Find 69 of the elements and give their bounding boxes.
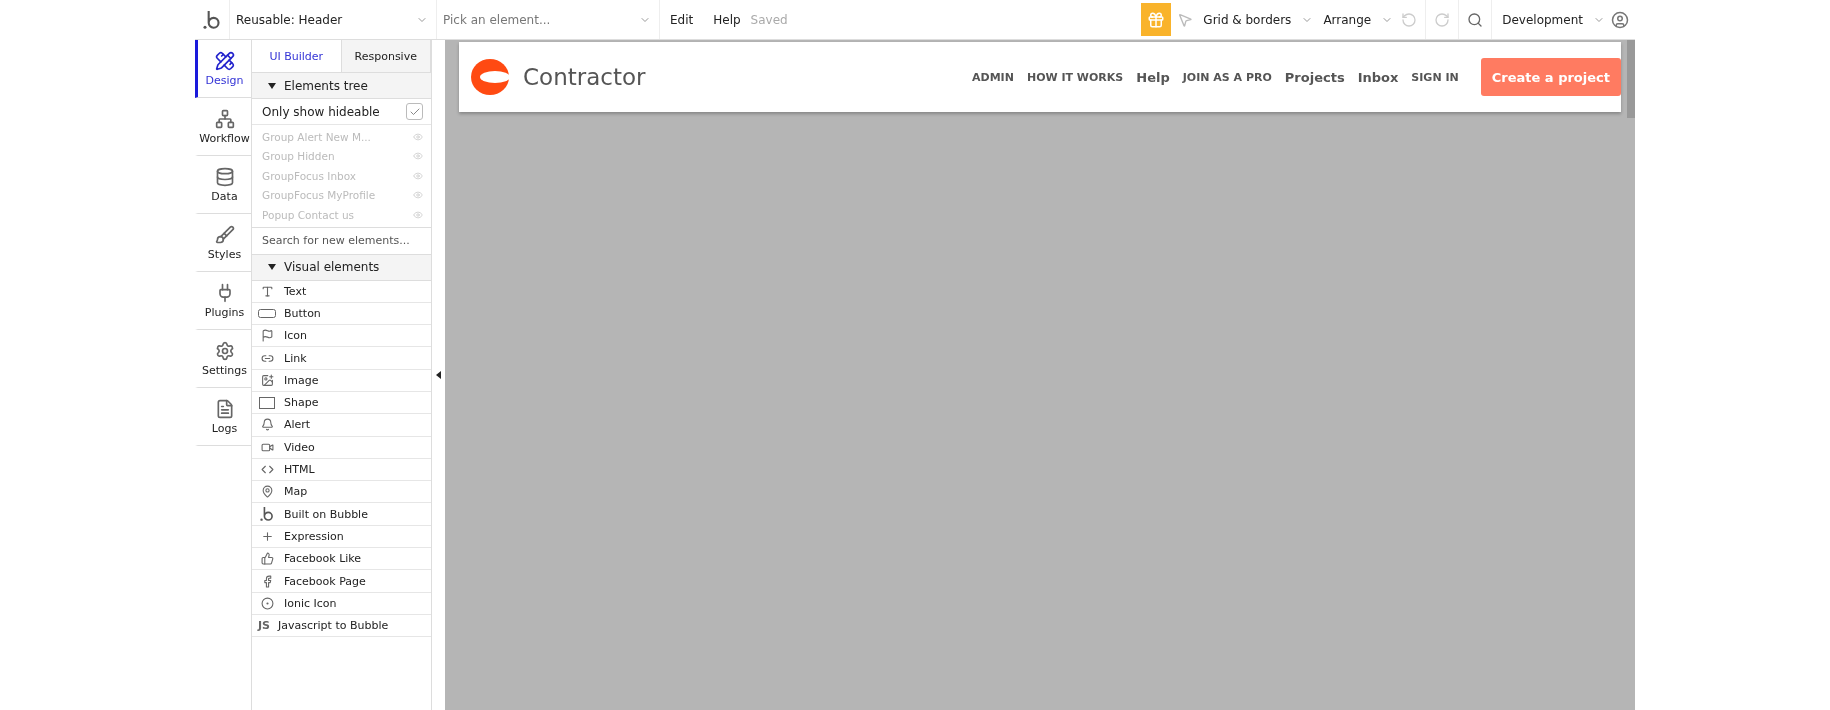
js-glyph: JS: [258, 619, 270, 633]
element-label[interactable]: Expression: [284, 529, 344, 543]
element-label[interactable]: Image: [284, 373, 319, 387]
eye-icon[interactable]: [413, 131, 423, 142]
element-picker[interactable]: Pick an element...: [443, 12, 551, 27]
element-label[interactable]: Button: [284, 306, 321, 320]
element-label[interactable]: Javascript to Bubble: [278, 619, 389, 633]
thumbs-up-icon: [258, 552, 276, 566]
element-label[interactable]: HTML: [284, 463, 315, 476]
pencil-ruler-icon: [214, 50, 235, 71]
collapse-icon[interactable]: [436, 371, 441, 379]
hierarchy-icon: [214, 108, 235, 129]
eye-icon[interactable]: [413, 170, 423, 181]
rectangle-icon: [258, 396, 276, 409]
radio-dot-icon: [258, 596, 276, 610]
search-field[interactable]: Search for new elements...: [252, 226, 431, 255]
redo-icon[interactable]: [1434, 11, 1451, 28]
panel-tab[interactable]: Responsive: [341, 40, 431, 72]
element-label[interactable]: Ionic Icon: [284, 596, 337, 610]
gift-icon: [1147, 10, 1166, 29]
undo-icon[interactable]: [1401, 11, 1418, 28]
nav-link[interactable]: Projects: [1284, 69, 1345, 85]
nav-link[interactable]: Inbox: [1357, 69, 1399, 85]
element-label[interactable]: Map: [284, 485, 308, 499]
nav-link[interactable]: SIGN IN: [1411, 70, 1459, 84]
arrange-dropdown[interactable]: Arrange: [1313, 12, 1382, 27]
logo-icon: [469, 57, 511, 97]
app-logo[interactable]: [203, 10, 221, 29]
eye-icon[interactable]: [413, 190, 423, 201]
nav-link[interactable]: ADMIN: [972, 70, 1014, 84]
scrollbar[interactable]: [1627, 40, 1635, 118]
checkbox[interactable]: [406, 103, 423, 120]
element-label[interactable]: Link: [284, 351, 307, 365]
brush-icon: [214, 224, 235, 245]
menu-link[interactable]: Edit: [660, 12, 704, 27]
page-select[interactable]: Reusable: Header: [236, 12, 343, 27]
element-label[interactable]: Shape: [284, 396, 319, 410]
save-status: Saved: [750, 12, 788, 27]
caret-icon[interactable]: [268, 264, 276, 270]
element-label[interactable]: Facebook Like: [284, 552, 362, 566]
logo-icon: [260, 507, 274, 522]
sidebar-item[interactable]: Design: [195, 40, 251, 98]
nav-link[interactable]: Help: [1136, 69, 1170, 85]
nav-link[interactable]: JOIN AS A PRO: [1182, 70, 1272, 84]
database-icon: [214, 166, 235, 187]
eye-icon[interactable]: [413, 209, 423, 220]
avatar-icon[interactable]: [1611, 10, 1629, 29]
element-label[interactable]: Facebook Page: [284, 574, 366, 588]
element-label[interactable]: Built on Bubble: [284, 507, 368, 521]
gear-icon: [214, 340, 235, 361]
element-label[interactable]: Icon: [284, 329, 307, 343]
code-icon: [258, 463, 276, 476]
brand-name: Contractor: [523, 64, 646, 90]
nav-link[interactable]: HOW IT WORKS: [1026, 70, 1124, 84]
eye-icon[interactable]: [413, 151, 423, 162]
section-header[interactable]: Elements tree: [252, 73, 431, 99]
element-label[interactable]: Text: [284, 284, 307, 298]
button-icon: [258, 308, 276, 318]
grid-dropdown[interactable]: Grid & borders: [1193, 12, 1302, 27]
gift-button[interactable]: [1141, 3, 1172, 36]
menu-link[interactable]: Help: [703, 12, 751, 27]
environment-dropdown[interactable]: Development: [1492, 12, 1593, 27]
caret-icon[interactable]: [268, 82, 276, 89]
option-label: Only show hideable: [262, 104, 380, 119]
search-icon[interactable]: [1467, 11, 1484, 28]
element-label[interactable]: Video: [284, 440, 315, 454]
section-header[interactable]: Visual elements: [252, 254, 431, 281]
pointer-icon[interactable]: [1177, 11, 1194, 28]
element-label[interactable]: Alert: [284, 418, 311, 432]
